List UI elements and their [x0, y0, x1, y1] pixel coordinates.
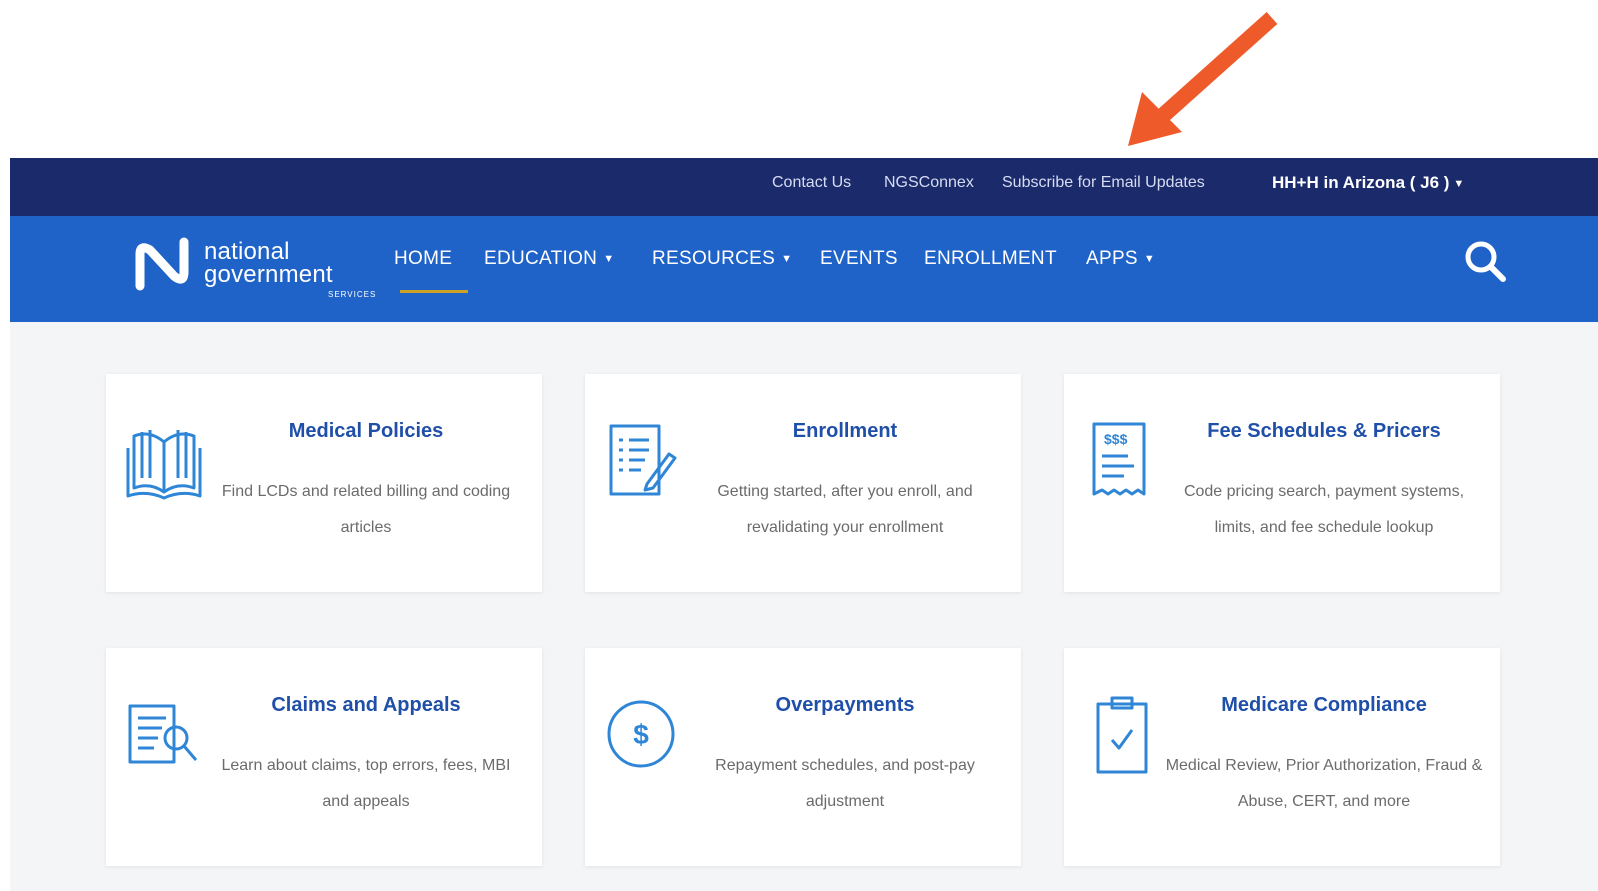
card-fee-schedules[interactable]: $$$ Fee Schedules & Pricers Code pricing… [1064, 374, 1500, 592]
ngs-logo-icon [135, 237, 189, 291]
card-enrollment[interactable]: Enrollment Getting started, after you en… [585, 374, 1021, 592]
document-search-icon [128, 704, 198, 764]
svg-text:$$$: $$$ [1104, 431, 1128, 447]
nav-apps-label: APPS [1086, 248, 1138, 269]
card-description: Medical Review, Prior Authorization, Fra… [1165, 757, 1483, 810]
card-description: Getting started, after you enroll, and r… [717, 483, 973, 536]
annotation-arrow [1128, 12, 1278, 146]
card-description: Repayment schedules, and post-pay adjust… [715, 757, 975, 810]
nav-home-label: HOME [394, 248, 453, 269]
book-icon [126, 430, 202, 500]
ngsconnex-link[interactable]: NGSConnex [884, 158, 974, 216]
card-title: Overpayments [775, 694, 915, 716]
nav-events[interactable]: EVENTS [820, 216, 898, 302]
region-selector[interactable]: HH+H in Arizona ( J6 ) ▼ [1272, 158, 1464, 216]
logo-text: national government [204, 238, 333, 288]
card-claims-appeals[interactable]: Claims and Appeals Learn about claims, t… [106, 648, 542, 866]
card-description: Find LCDs and related billing and coding… [221, 483, 511, 536]
clipboard-check-icon [1096, 696, 1148, 774]
nav-enrollment[interactable]: ENROLLMENT [924, 216, 1057, 302]
card-description: Code pricing search, payment systems, li… [1183, 483, 1465, 536]
card-description: Learn about claims, top errors, fees, MB… [221, 757, 511, 810]
logo-line2: government [204, 261, 333, 288]
nav-resources-label: RESOURCES [652, 248, 776, 269]
nav-enrollment-label: ENROLLMENT [924, 248, 1057, 269]
nav-education[interactable]: EDUCATION ▼ [484, 216, 614, 302]
active-nav-underline [400, 290, 468, 293]
chevron-down-icon: ▼ [1143, 253, 1156, 265]
card-title: Enrollment [792, 420, 898, 442]
card-medical-policies[interactable]: Medical Policies Find LCDs and related b… [106, 374, 542, 592]
utility-bar: Contact Us NGSConnex Subscribe for Email… [10, 158, 1598, 216]
subscribe-email-link[interactable]: Subscribe for Email Updates [1002, 158, 1205, 216]
card-title: Claims and Appeals [271, 694, 461, 716]
nav-resources[interactable]: RESOURCES ▼ [652, 216, 792, 302]
dollar-coin-icon: $ [607, 700, 675, 768]
logo[interactable]: national government SERVICES [132, 232, 375, 306]
chevron-down-icon: ▼ [603, 253, 615, 265]
region-selector-label: HH+H in Arizona ( J6 ) [1272, 173, 1450, 192]
nav-education-label: EDUCATION [484, 248, 598, 269]
chevron-down-icon: ▼ [1453, 178, 1465, 190]
main-nav: national government SERVICES HOME EDUCAT… [10, 216, 1598, 322]
card-title: Fee Schedules & Pricers [1207, 420, 1441, 442]
search-icon[interactable] [1462, 238, 1508, 284]
logo-line3: SERVICES [328, 290, 377, 299]
card-title: Medicare Compliance [1221, 694, 1427, 716]
contact-us-link[interactable]: Contact Us [772, 158, 851, 216]
chevron-down-icon: ▼ [781, 253, 793, 265]
content-area: Medical Policies Find LCDs and related b… [10, 322, 1598, 891]
svg-text:$: $ [633, 719, 649, 750]
card-medicare-compliance[interactable]: Medicare Compliance Medical Review, Prio… [1064, 648, 1500, 866]
card-overpayments[interactable]: $ Overpayments Repayment schedules, and … [585, 648, 1021, 866]
card-title: Medical Policies [288, 420, 444, 442]
nav-apps[interactable]: APPS ▼ [1086, 216, 1155, 302]
form-pen-icon [609, 424, 677, 496]
receipt-icon: $$$ [1092, 422, 1146, 496]
nav-events-label: EVENTS [820, 248, 898, 269]
logo-line1: national [204, 238, 290, 265]
